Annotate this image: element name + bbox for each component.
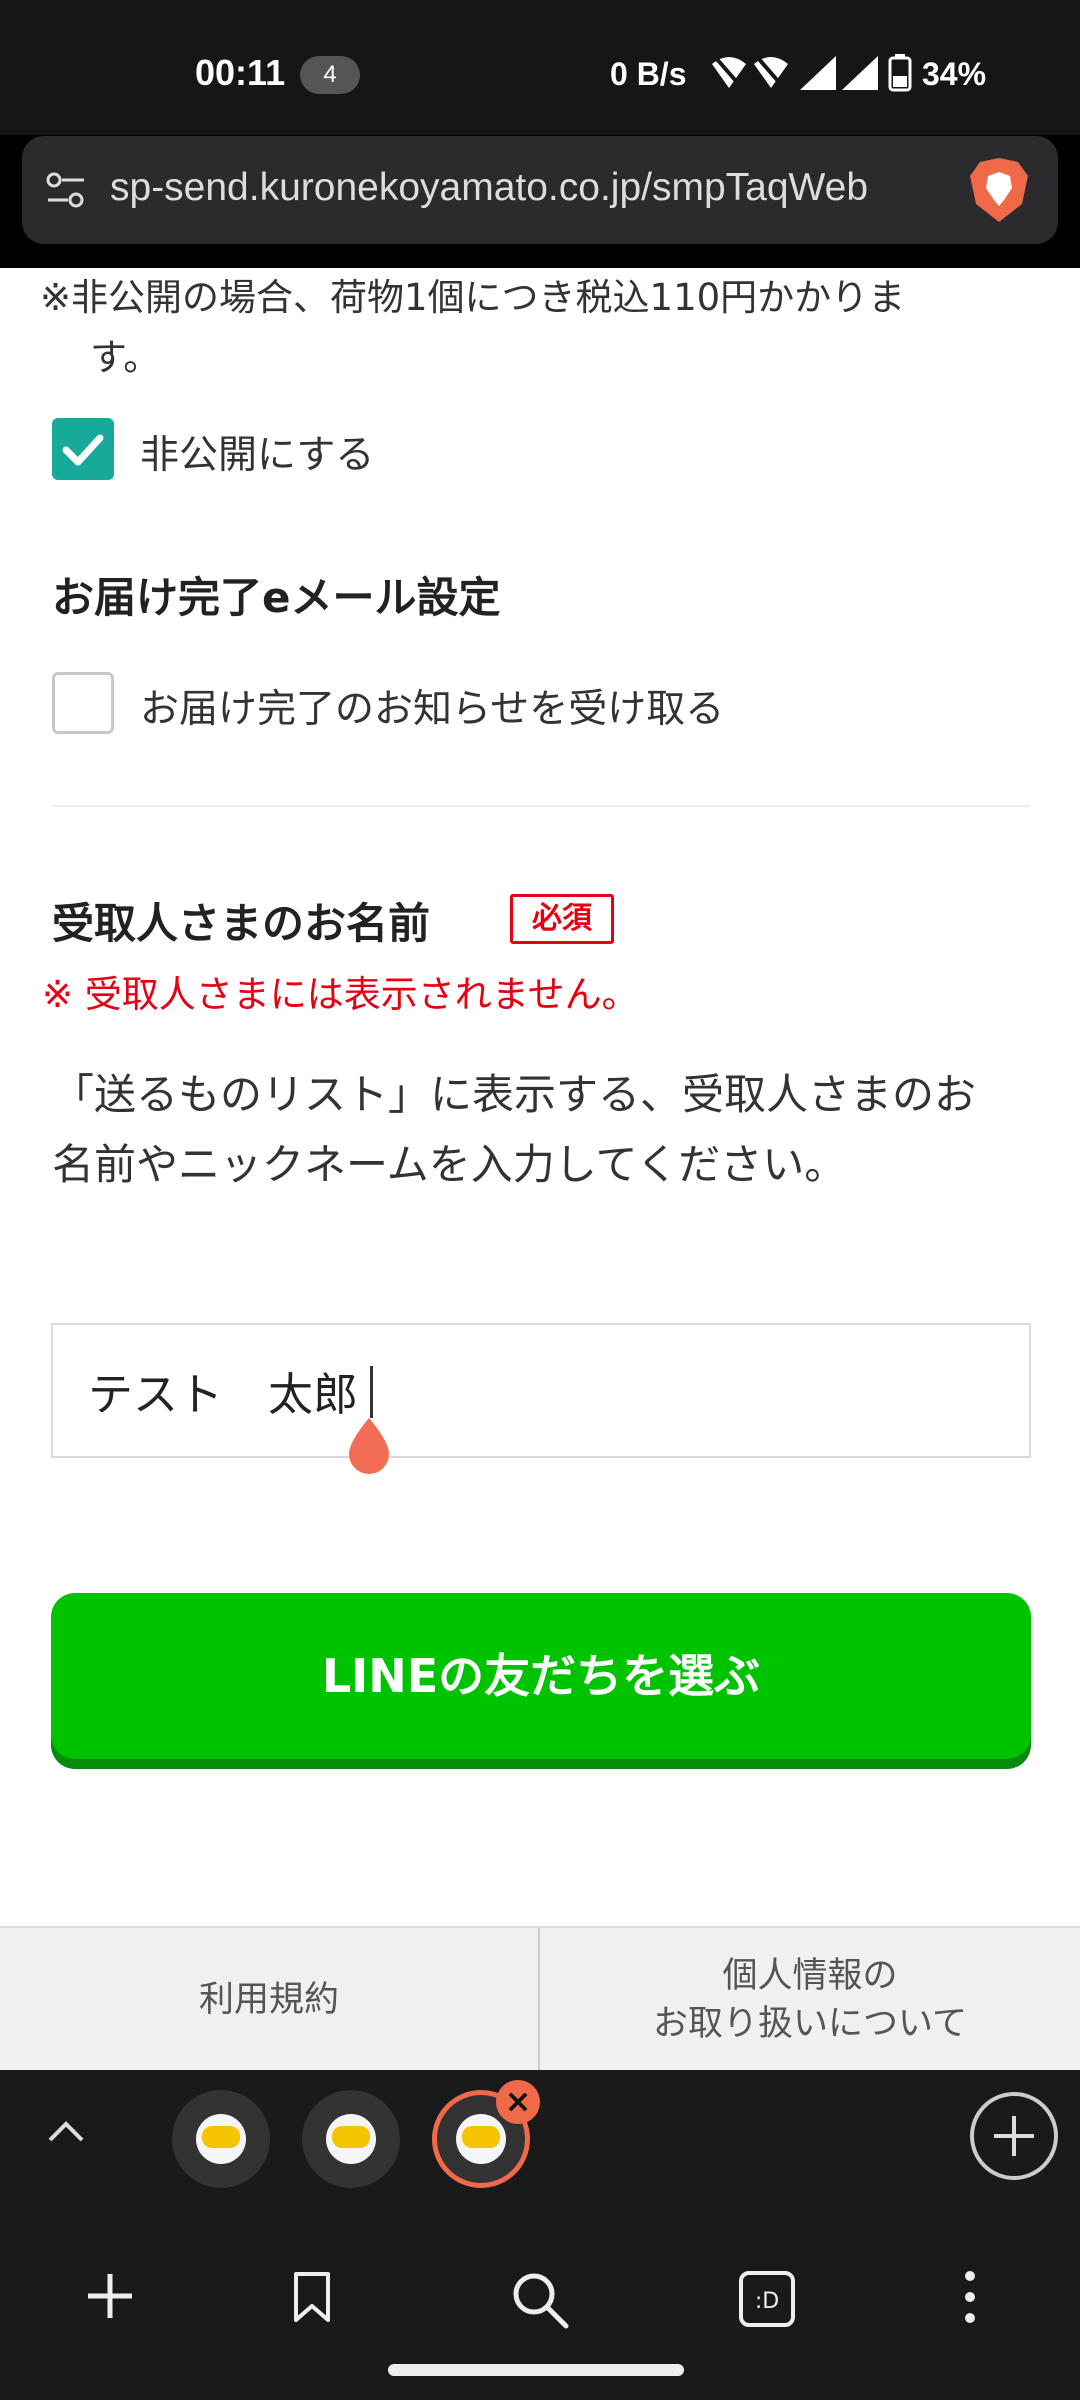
yamato-favicon-icon [196, 2114, 246, 2164]
private-checkbox[interactable] [52, 418, 114, 480]
terms-link[interactable]: 利用規約 [0, 1928, 538, 2070]
svg-text::D: :D [755, 2289, 779, 2314]
bookmark-icon[interactable] [290, 2270, 334, 2324]
status-bar: 00:11 4 0 B/s 34% [0, 0, 1080, 135]
notification-count-badge: 4 [300, 56, 360, 94]
network-speed: 0 B/s [610, 56, 687, 92]
signal-icon [800, 56, 836, 90]
recipient-hidden-note: ※ 受取人さまには表示されません。 [42, 973, 639, 1016]
close-tab-icon[interactable]: × [496, 2080, 540, 2124]
recipient-description: 「送るものリスト」に表示する、受取人さまのお名前やニックネームを入力してください… [52, 1070, 977, 1189]
tab-thumbnail[interactable] [302, 2090, 400, 2188]
tab-switcher-icon[interactable]: :D [738, 2270, 796, 2328]
brave-shields-icon[interactable] [964, 154, 1034, 226]
text-selection-handle[interactable] [341, 1416, 397, 1478]
home-indicator[interactable] [388, 2364, 684, 2376]
yamato-favicon-icon [326, 2114, 376, 2164]
yamato-favicon-icon [456, 2114, 506, 2164]
plus-icon [994, 2116, 1034, 2156]
status-time: 00:11 [195, 52, 286, 93]
recipient-name-input[interactable] [51, 1323, 1031, 1458]
private-fee-note: ※非公開の場合、荷物1個につき税込110円かかりま す。 [40, 276, 906, 379]
plus-icon[interactable] [84, 2270, 136, 2322]
signal-icon [842, 56, 878, 90]
wifi-icon [712, 56, 746, 90]
recipient-name-title: 受取人さまのお名前 [52, 899, 431, 948]
email-notify-checkbox-label[interactable]: お届け完了のお知らせを受け取る [140, 678, 724, 734]
site-settings-icon[interactable] [44, 168, 88, 212]
checkmark-icon [62, 434, 104, 466]
email-section-title: お届け完了eメール設定 [52, 573, 501, 622]
page-footer: 利用規約 個人情報の お取り扱いについて [0, 1926, 1080, 2070]
chevron-up-icon[interactable] [44, 2110, 88, 2154]
address-bar[interactable]: sp-send.kuronekoyamato.co.jp/smpTaqWeb [22, 136, 1058, 244]
text-caret [370, 1366, 373, 1418]
url-text[interactable]: sp-send.kuronekoyamato.co.jp/smpTaqWeb [110, 166, 970, 216]
web-page: ※非公開の場合、荷物1個につき税込110円かかりま す。 非公開にする お届け完… [0, 268, 1080, 2070]
section-divider [52, 805, 1030, 807]
select-line-friend-button[interactable]: LINEの友だちを選ぶ [51, 1593, 1031, 1759]
required-badge: 必須 [510, 894, 614, 944]
wifi-icon [754, 56, 788, 90]
battery-percentage: 34% [922, 56, 987, 92]
tab-strip: × [0, 2070, 1080, 2200]
email-notify-checkbox[interactable] [52, 672, 114, 734]
battery-icon [888, 54, 912, 92]
tab-thumbnail[interactable] [172, 2090, 270, 2188]
more-options-icon[interactable] [960, 2270, 980, 2324]
new-tab-button[interactable] [970, 2092, 1058, 2180]
private-checkbox-label[interactable]: 非公開にする [140, 424, 374, 480]
privacy-link[interactable]: 個人情報の お取り扱いについて [540, 1928, 1080, 2070]
search-icon[interactable] [510, 2270, 570, 2330]
